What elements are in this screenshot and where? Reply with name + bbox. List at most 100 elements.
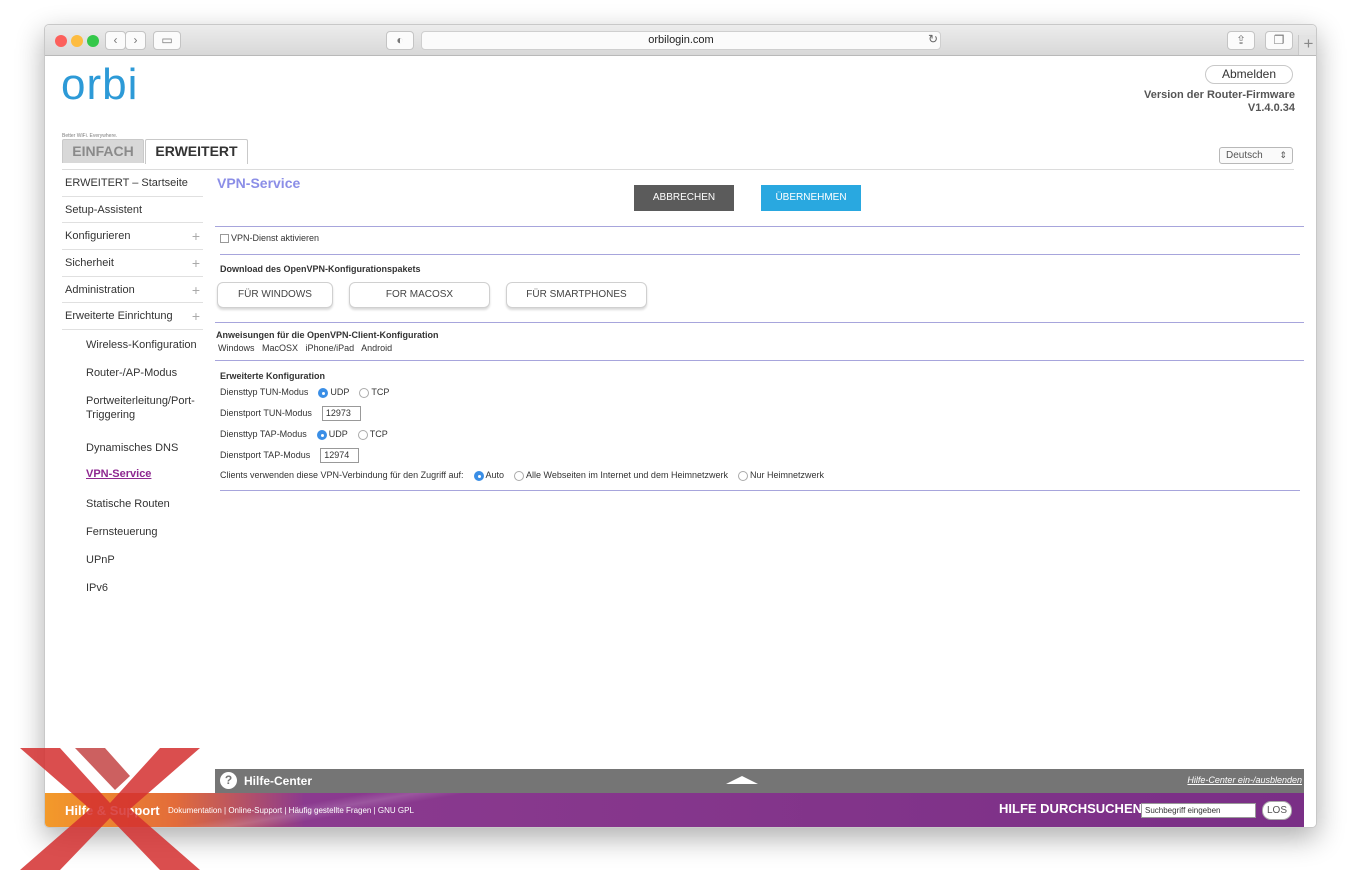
sidebar-item-security[interactable]: Sicherheit + xyxy=(62,250,203,277)
instruction-link-macosx[interactable]: MacOSX xyxy=(262,343,298,353)
tap-port-label: Dienstport TAP-Modus xyxy=(220,449,311,460)
tap-udp-label: UDP xyxy=(328,429,348,439)
tabs-overview-icon[interactable]: ❐ xyxy=(1265,31,1293,50)
share-icon[interactable]: ⇪ xyxy=(1227,31,1255,50)
clients-auto-label: Auto xyxy=(485,470,505,480)
subitem-static-routes[interactable]: Statische Routen xyxy=(62,497,170,511)
sidebar-item-home[interactable]: ERWEITERT – Startseite xyxy=(62,170,203,197)
reload-icon[interactable]: ↻ xyxy=(928,32,938,46)
firmware-label: Version der Router-Firmware xyxy=(1144,89,1295,101)
help-question-icon: ? xyxy=(220,772,237,789)
tun-udp-radio[interactable] xyxy=(318,387,329,398)
subitem-dynamic-dns[interactable]: Dynamisches DNS xyxy=(62,441,178,455)
browser-titlebar: ‹ › ▭ ◐ orbilogin.com ↻ ⇪ ❐ + xyxy=(45,25,1316,56)
expand-plus-icon[interactable]: + xyxy=(192,223,200,249)
subitem-router-ap-mode[interactable]: Router-/AP-Modus xyxy=(62,366,177,380)
clients-access-row: Clients verwenden diese VPN-Verbindung f… xyxy=(220,470,824,481)
subitem-port-forwarding[interactable]: Portweiterleitung/Port-Triggering xyxy=(62,394,202,422)
download-macosx-button[interactable]: FOR MACOSX xyxy=(349,282,490,308)
help-center-toggle-link[interactable]: Hilfe-Center ein-/ausblenden xyxy=(1187,775,1302,785)
minimize-window-icon[interactable] xyxy=(71,35,83,47)
tap-type-row: Diensttyp TAP-Modus UDP TCP xyxy=(220,429,388,440)
cancel-button[interactable]: ABBRECHEN xyxy=(634,185,734,211)
address-bar[interactable]: orbilogin.com xyxy=(421,31,941,50)
divider xyxy=(215,322,1304,323)
clients-all-radio[interactable] xyxy=(514,470,525,481)
tun-type-label: Diensttyp TUN-Modus xyxy=(220,387,309,397)
subitem-vpn-service[interactable]: VPN-Service xyxy=(62,467,151,481)
tun-port-row: Dienstport TUN-Modus 12973 xyxy=(220,406,361,421)
tap-type-label: Diensttyp TAP-Modus xyxy=(220,429,307,439)
help-center-bar[interactable]: ? Hilfe-Center Hilfe-Center ein-/ausblen… xyxy=(215,769,1304,793)
tab-einfach[interactable]: EINFACH xyxy=(62,139,144,163)
download-heading: Download des OpenVPN-Konfigurationspaket… xyxy=(220,264,421,274)
instruction-link-windows[interactable]: Windows xyxy=(218,343,255,353)
enable-vpn-row: VPN-Dienst aktivieren xyxy=(220,233,320,244)
subitem-remote-management[interactable]: Fernsteuerung xyxy=(62,525,158,539)
tap-port-row: Dienstport TAP-Modus 12974 xyxy=(220,448,360,463)
instruction-link-android[interactable]: Android xyxy=(361,343,392,353)
firmware-version: Version der Router-Firmware V1.4.0.34 xyxy=(1144,89,1295,115)
sidebar-item-advanced-setup[interactable]: Erweiterte Einrichtung + xyxy=(62,303,203,331)
instruction-link-iphone[interactable]: iPhone/iPad xyxy=(306,343,355,353)
close-window-icon[interactable] xyxy=(55,35,67,47)
divider xyxy=(215,360,1304,361)
logout-button[interactable]: Abmelden xyxy=(1205,65,1293,84)
divider xyxy=(220,490,1300,491)
tun-port-label: Dienstport TUN-Modus xyxy=(220,407,312,418)
clients-home-radio[interactable] xyxy=(737,470,748,481)
watermark-logo xyxy=(20,748,200,870)
back-icon[interactable]: ‹ xyxy=(105,31,126,50)
divider xyxy=(220,254,1300,255)
tun-type-row: Diensttyp TUN-Modus UDP TCP xyxy=(220,387,389,398)
sidebar: ERWEITERT – Startseite Setup-Assistent K… xyxy=(62,170,203,630)
reader-toggle-icon[interactable]: ◐ xyxy=(386,31,414,50)
instruction-links: Windows MacOSX iPhone/iPad Android xyxy=(218,343,392,353)
select-arrows-icon: ⇕ xyxy=(1279,150,1287,160)
tab-erweitert[interactable]: ERWEITERT xyxy=(145,139,248,164)
language-select[interactable]: Deutsch ⇕ xyxy=(1219,147,1293,164)
subitem-ipv6[interactable]: IPv6 xyxy=(62,581,108,595)
forward-icon[interactable]: › xyxy=(125,31,146,50)
header-divider xyxy=(62,169,1294,170)
tap-tcp-radio[interactable] xyxy=(357,429,368,440)
instructions-heading: Anweisungen für die OpenVPN-Client-Konfi… xyxy=(216,330,439,340)
download-smartphones-button[interactable]: FÜR SMARTPHONES xyxy=(506,282,647,308)
tap-tcp-label: TCP xyxy=(369,429,388,439)
subitem-upnp[interactable]: UPnP xyxy=(62,553,115,567)
help-search-input[interactable]: Suchbegriff eingeben xyxy=(1141,803,1256,818)
tun-port-input[interactable]: 12973 xyxy=(321,406,361,421)
sidebar-submenu: Wireless-Konfiguration Router-/AP-Modus … xyxy=(62,330,203,630)
clients-home-label: Nur Heimnetzwerk xyxy=(749,470,825,480)
maximize-window-icon[interactable] xyxy=(87,35,99,47)
expand-plus-icon[interactable]: + xyxy=(192,277,200,303)
expand-plus-icon[interactable]: + xyxy=(192,303,200,329)
footer-links[interactable]: Dokumentation | Online-Support | Häufig … xyxy=(168,806,414,815)
tun-udp-label: UDP xyxy=(330,387,350,397)
tap-udp-radio[interactable] xyxy=(316,429,327,440)
sidebar-item-administration[interactable]: Administration + xyxy=(62,277,203,304)
enable-vpn-label: VPN-Dienst aktivieren xyxy=(231,233,320,243)
help-search-button[interactable]: LOS xyxy=(1262,801,1292,820)
advanced-config-heading: Erweiterte Konfiguration xyxy=(220,371,326,381)
page-title: VPN-Service xyxy=(217,175,301,191)
tun-tcp-radio[interactable] xyxy=(359,387,370,398)
subitem-wireless[interactable]: Wireless-Konfiguration xyxy=(62,338,197,352)
help-search-label: HILFE DURCHSUCHEN xyxy=(999,801,1142,816)
sidebar-toggle-icon[interactable]: ▭ xyxy=(153,31,181,50)
apply-button[interactable]: ÜBERNEHMEN xyxy=(761,185,861,211)
clients-access-label: Clients verwenden diese VPN-Verbindung f… xyxy=(220,470,464,480)
enable-vpn-checkbox[interactable] xyxy=(220,234,229,244)
orbi-logo: orbi xyxy=(61,60,139,109)
expand-up-arrow-icon[interactable] xyxy=(726,776,758,784)
help-center-title: Hilfe-Center xyxy=(244,774,313,788)
address-text: orbilogin.com xyxy=(648,34,714,46)
download-windows-button[interactable]: FÜR WINDOWS xyxy=(217,282,333,308)
sidebar-item-setup-assistant[interactable]: Setup-Assistent xyxy=(62,197,203,224)
sidebar-item-configure[interactable]: Konfigurieren + xyxy=(62,223,203,251)
expand-plus-icon[interactable]: + xyxy=(192,250,200,276)
clients-auto-radio[interactable] xyxy=(473,470,484,481)
clients-all-label: Alle Webseiten im Internet und dem Heimn… xyxy=(526,470,728,480)
tap-port-input[interactable]: 12974 xyxy=(320,448,360,463)
new-tab-icon[interactable]: + xyxy=(1298,35,1316,55)
